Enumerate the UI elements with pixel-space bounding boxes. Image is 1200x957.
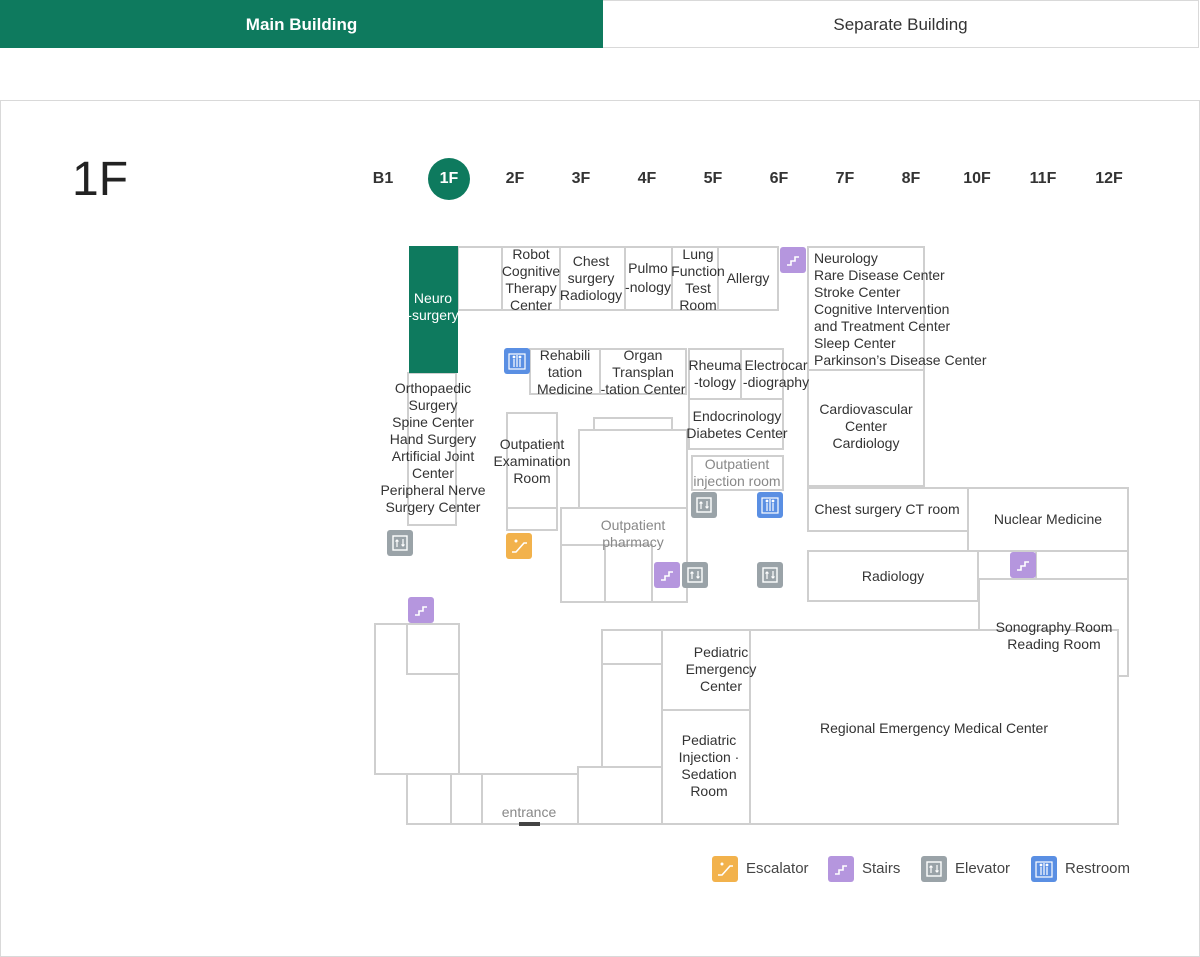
legend-stairs: Stairs — [828, 856, 900, 882]
room-label-neurosurgery: Neuro -surgery — [407, 290, 458, 323]
elevator-icon — [387, 530, 413, 556]
legend-elevator: Elevator — [921, 856, 1010, 882]
escalator-icon — [712, 856, 738, 882]
legend-restroom: Restroom — [1031, 856, 1130, 882]
restroom-icon — [504, 348, 530, 374]
room-label-electro: Electrocar -diography — [743, 357, 809, 390]
room-outlines — [374, 246, 1129, 825]
room-label-nuclear: Nuclear Medicine — [994, 511, 1102, 527]
room-label-endo: Endocrinology Diabetes Center — [686, 408, 788, 441]
elevator-icon — [921, 856, 947, 882]
room-label-allergy: Allergy — [727, 270, 770, 286]
stairs-icon — [780, 247, 806, 273]
legend-stairs-label: Stairs — [862, 860, 901, 877]
room-label-radiology: Radiology — [862, 568, 924, 584]
restroom-icon — [757, 492, 783, 518]
room-label-sonography: Sonography Room Reading Room — [996, 619, 1113, 652]
entrance-marker — [519, 822, 540, 826]
legend-elevator-label: Elevator — [955, 860, 1011, 877]
stairs-icon — [1010, 552, 1036, 578]
restroom-icon — [1031, 856, 1057, 882]
room-label-rheuma: Rheuma -tology — [689, 357, 742, 390]
legend-restroom-label: Restroom — [1065, 860, 1131, 877]
floor-plan-map: Neuro -surgeryRobot Cognitive Therapy Center… — [374, 246, 1129, 826]
stairs-icon — [654, 562, 680, 588]
elevator-icon — [682, 562, 708, 588]
room-label-injection: Outpatient injection room — [693, 456, 780, 489]
room-label-regional-er: Regional Emergency Medical Center — [820, 720, 1048, 736]
room-label-outpatient-exam: Outpatient Examination Room — [493, 436, 570, 486]
room-label-ortho: Orthopaedic Surgery Spine Center Hand Surge… — [380, 380, 485, 515]
elevator-icon — [757, 562, 783, 588]
escalator-icon — [506, 533, 532, 559]
room-label-chest-ct: Chest surgery CT room — [814, 501, 959, 517]
legend-escalator: Escalator — [712, 856, 809, 882]
stairs-icon — [828, 856, 854, 882]
stairs-icon — [408, 597, 434, 623]
room-label-pharmacy: Outpatient pharmacy — [601, 517, 666, 550]
room-label-entrance: entrance — [502, 804, 557, 820]
legend-escalator-label: Escalator — [746, 860, 809, 877]
elevator-icon — [691, 492, 717, 518]
